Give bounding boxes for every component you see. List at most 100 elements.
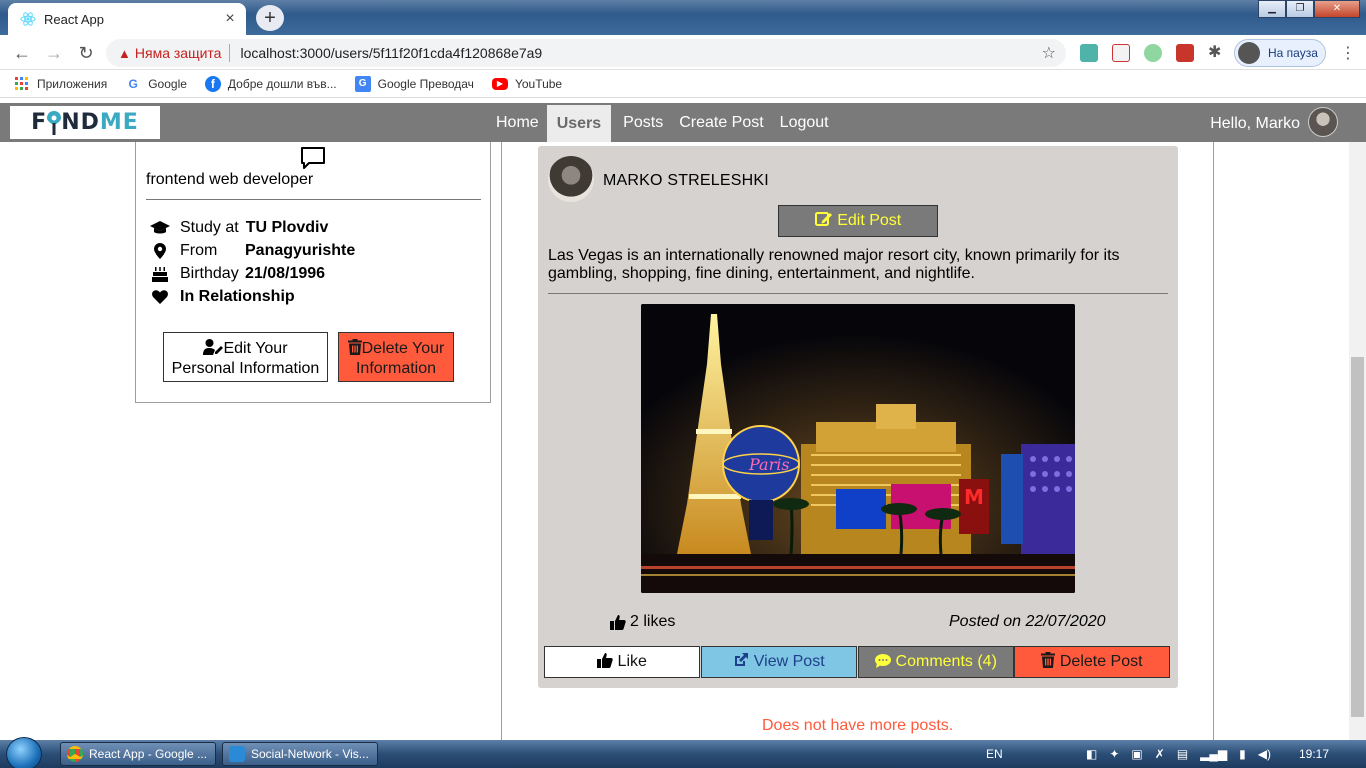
back-arrow-icon[interactable]: ← bbox=[10, 41, 34, 65]
from-row: From Panagyurishte bbox=[150, 242, 355, 260]
window-controls: ▁ ❐ ✕ bbox=[1258, 0, 1360, 18]
bookmark-youtube[interactable]: ▶ YouTube bbox=[491, 76, 563, 91]
translate-icon: G bbox=[354, 75, 371, 92]
minimize-button[interactable]: ▁ bbox=[1258, 0, 1286, 18]
map-marker-icon bbox=[150, 243, 170, 259]
from-value: Panagyurishte bbox=[245, 242, 356, 259]
bookmark-translate[interactable]: G Google Преводач bbox=[354, 75, 474, 92]
thumbs-up-icon bbox=[610, 614, 626, 630]
system-tray: ◧ ✦ ▣ ✗ ▤ ▂▄▆ ▮ ◀) bbox=[1086, 740, 1271, 768]
close-window-button[interactable]: ✕ bbox=[1314, 0, 1360, 18]
feed-end-message: Does not have more posts. bbox=[762, 717, 954, 734]
os-taskbar: React App - Google ... Social-Network - … bbox=[0, 737, 1366, 768]
scrollbar-thumb[interactable] bbox=[1351, 357, 1364, 717]
edit-post-button[interactable]: Edit Post bbox=[778, 205, 938, 237]
tab-title: React App bbox=[44, 11, 104, 27]
bookmark-facebook[interactable]: f Добре дошли във... bbox=[204, 75, 337, 92]
tray-icon[interactable]: ▮ bbox=[1239, 747, 1246, 761]
bookmark-label: Google Преводач bbox=[377, 76, 474, 91]
external-link-icon bbox=[733, 649, 749, 679]
nav-posts[interactable]: Posts bbox=[615, 103, 671, 142]
findme-logo[interactable]: F I ND ME bbox=[10, 106, 160, 139]
extension-icon[interactable] bbox=[1144, 44, 1162, 62]
bookmark-google[interactable]: G Google bbox=[125, 76, 187, 92]
taskbar-item-vscode[interactable]: Social-Network - Vis... bbox=[222, 742, 378, 766]
url-text[interactable]: localhost:3000/users/5f11f20f1cda4f12086… bbox=[240, 45, 542, 61]
menu-kebab-icon[interactable]: ⋮ bbox=[1340, 43, 1356, 63]
like-button[interactable]: Like bbox=[544, 646, 700, 678]
post-author[interactable]: MARKO STRELESHKI bbox=[603, 172, 769, 190]
puzzle-extensions-icon[interactable]: ✱ bbox=[1208, 44, 1226, 62]
signal-icon[interactable]: ▂▄▆ bbox=[1200, 747, 1227, 761]
view-post-button[interactable]: View Post bbox=[701, 646, 857, 678]
relationship-row: In Relationship bbox=[150, 288, 295, 306]
profile-label: На пауза bbox=[1268, 46, 1318, 60]
nav-links: Home Users Posts Create Post Logout bbox=[488, 103, 837, 142]
forward-arrow-icon[interactable]: → bbox=[42, 41, 66, 65]
chrome-icon bbox=[67, 746, 83, 762]
dropbox-icon[interactable]: ✦ bbox=[1109, 747, 1119, 761]
extension-icon[interactable] bbox=[1112, 44, 1130, 62]
bookmark-label: YouTube bbox=[514, 76, 563, 91]
column-divider bbox=[1213, 142, 1214, 740]
delete-post-button[interactable]: Delete Post bbox=[1014, 646, 1170, 678]
delete-info-label-line1: Delete Your bbox=[361, 340, 445, 357]
tray-icon[interactable]: ✗ bbox=[1155, 747, 1165, 761]
tray-icon[interactable]: ▤ bbox=[1177, 747, 1188, 761]
browser-tab[interactable]: React App × bbox=[8, 3, 246, 35]
taskbar-item-label: Social-Network - Vis... bbox=[251, 747, 369, 761]
nav-users[interactable]: Users bbox=[546, 105, 612, 142]
study-label: Study at bbox=[180, 219, 239, 236]
start-button[interactable] bbox=[6, 737, 42, 768]
nav-logout[interactable]: Logout bbox=[772, 103, 837, 142]
author-avatar[interactable] bbox=[548, 156, 594, 202]
extension-icon[interactable] bbox=[1080, 44, 1098, 62]
maximize-button[interactable]: ❐ bbox=[1286, 0, 1314, 18]
extension-icon[interactable] bbox=[1176, 44, 1194, 62]
birthday-value: 21/08/1996 bbox=[245, 265, 326, 282]
google-icon: G bbox=[128, 76, 138, 91]
post-image[interactable]: Paris M bbox=[641, 304, 1075, 593]
likes-count: 2 likes bbox=[610, 613, 675, 631]
new-tab-button[interactable]: + bbox=[256, 5, 284, 31]
volume-icon[interactable]: ◀) bbox=[1258, 747, 1271, 761]
post-text: Las Vegas is an internationally renowned… bbox=[548, 247, 1120, 282]
bookmark-star-icon[interactable]: ☆ bbox=[1042, 43, 1056, 63]
svg-text:Paris: Paris bbox=[748, 455, 790, 474]
apps-grid-icon bbox=[14, 76, 30, 92]
app-navbar: F I ND ME Home Users Posts Create Post L… bbox=[0, 103, 1366, 142]
clock[interactable]: 19:17 bbox=[1299, 740, 1329, 768]
heart-icon bbox=[150, 289, 170, 305]
security-status[interactable]: Няма защита bbox=[135, 45, 222, 61]
nav-home[interactable]: Home bbox=[488, 103, 547, 142]
delete-info-button[interactable]: Delete Your Information bbox=[338, 332, 454, 382]
tray-icon[interactable]: ◧ bbox=[1086, 747, 1097, 761]
bookmark-apps[interactable]: Приложения bbox=[14, 76, 107, 92]
address-separator bbox=[229, 44, 231, 62]
profile-avatar bbox=[1238, 42, 1260, 64]
youtube-icon: ▶ bbox=[491, 77, 508, 90]
comments-button[interactable]: Comments (4) bbox=[858, 646, 1014, 678]
profile-button[interactable]: На пауза bbox=[1234, 39, 1326, 67]
greeting: Hello, Marko bbox=[1210, 115, 1300, 132]
tab-close-icon[interactable]: × bbox=[220, 10, 240, 28]
user-avatar[interactable] bbox=[1308, 107, 1338, 137]
language-indicator[interactable]: EN bbox=[986, 740, 1003, 768]
tray-icon[interactable]: ▣ bbox=[1131, 747, 1142, 761]
reload-icon[interactable]: ↻ bbox=[74, 41, 98, 65]
react-favicon-icon bbox=[20, 12, 36, 26]
bookmark-label: Добре дошли във... bbox=[227, 76, 337, 91]
from-label: From bbox=[180, 242, 218, 259]
relationship-value: In Relationship bbox=[180, 288, 295, 305]
taskbar-item-chrome[interactable]: React App - Google ... bbox=[60, 742, 216, 766]
message-icon[interactable] bbox=[300, 146, 326, 170]
comments-label: Comments (4) bbox=[895, 653, 997, 670]
column-divider bbox=[501, 142, 502, 740]
edit-personal-info-button[interactable]: Edit Your Personal Information bbox=[163, 332, 328, 382]
graduation-cap-icon bbox=[150, 220, 170, 236]
nav-create-post[interactable]: Create Post bbox=[671, 103, 771, 142]
trash-icon bbox=[1041, 649, 1056, 679]
logo-text: ND bbox=[61, 110, 100, 135]
study-row: Study at TU Plovdiv bbox=[150, 219, 328, 237]
address-bar[interactable]: ▲ Няма защита localhost:3000/users/5f11f… bbox=[106, 39, 1066, 67]
